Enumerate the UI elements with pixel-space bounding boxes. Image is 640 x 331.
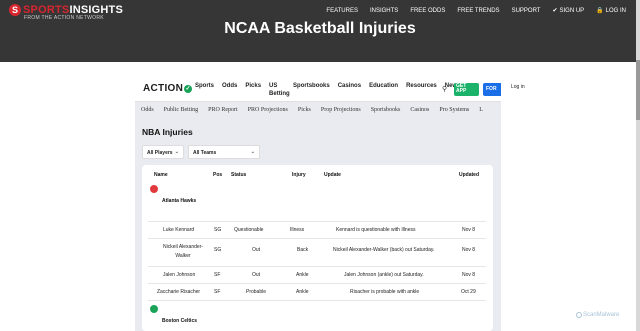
player-pos: SF: [214, 272, 221, 278]
login-link[interactable]: 🔒 LOG IN: [596, 7, 626, 14]
site-header: S SPORTSINSIGHTS FROM THE ACTION NETWORK…: [0, 0, 640, 62]
action-nav-casinos[interactable]: Casinos: [338, 82, 361, 98]
player-injury: Ankle: [296, 272, 309, 278]
table-row[interactable]: Jalen Johnson SF Out Ankle Jalen Johnson…: [148, 266, 486, 283]
player-name[interactable]: Luke Kennard: [163, 227, 194, 233]
nav-free-trends[interactable]: FREE TRENDS: [457, 8, 499, 14]
nav-support[interactable]: SUPPORT: [512, 8, 541, 14]
chevron-down-icon: ⌄: [174, 149, 179, 155]
action-nav-resources[interactable]: Resources: [406, 82, 437, 98]
action-nav: Sports Odds Picks US Betting Sportsbooks…: [195, 82, 460, 98]
check-icon: ✔: [552, 8, 558, 14]
player-updated: Nov 8: [462, 272, 476, 278]
player-injury: Illness: [290, 227, 305, 233]
subnav-prop-projections[interactable]: Prop Projections: [321, 107, 361, 113]
nav-features[interactable]: FEATURES: [326, 8, 358, 14]
action-nav-picks[interactable]: Picks: [245, 82, 261, 98]
nav-free-odds[interactable]: FREE ODDS: [410, 8, 445, 14]
signup-label: SIGN UP: [559, 8, 585, 14]
hawks-logo-icon: [150, 185, 158, 193]
table-row[interactable]: Nickeil Alexander-Walker SG Out Back Nic…: [148, 238, 486, 266]
subnav-picks[interactable]: Picks: [298, 107, 311, 113]
check-circle-icon: ✓: [184, 85, 193, 93]
watermark: ScanMalware: [583, 312, 620, 318]
subnav-sportsbooks[interactable]: Sportsbooks: [371, 107, 401, 113]
player-updated: Oct 29: [461, 289, 476, 295]
sportsinsights-logo[interactable]: S SPORTSINSIGHTS FROM THE ACTION NETWORK: [9, 4, 123, 21]
injuries-table: Name Pos Status Injury Update Updated At…: [142, 165, 493, 331]
teams-filter-value: All Teams: [193, 150, 217, 156]
subnav-public-betting[interactable]: Public Betting: [164, 107, 199, 113]
player-updated: Nov 8: [462, 227, 476, 233]
logo-mark-icon: S: [9, 4, 21, 16]
player-pos: SF: [214, 289, 221, 295]
col-header-name[interactable]: Name: [154, 172, 168, 178]
subnav-odds[interactable]: Odds: [141, 107, 154, 113]
nav-insights[interactable]: INSIGHTS: [370, 8, 398, 14]
player-status: Out: [252, 247, 261, 253]
col-header-update[interactable]: Update: [324, 172, 341, 178]
action-logo[interactable]: ACTION ✓: [143, 83, 193, 94]
player-update: Risacher is probable with ankle: [350, 289, 420, 295]
col-header-status[interactable]: Status: [231, 172, 246, 178]
player-update: Nickeil Alexander-Walker (back) out Satu…: [333, 247, 435, 253]
section-title: NBA Injuries: [142, 127, 193, 137]
player-injury: Ankle: [296, 289, 309, 295]
signup-link[interactable]: ✔ SIGN UP: [552, 7, 584, 14]
player-injury: Back: [297, 247, 309, 253]
action-nav-sports[interactable]: Sports: [195, 82, 214, 98]
team-group-row: Boston Celtics: [148, 300, 486, 331]
subnav-pro-report[interactable]: PRO Report: [208, 107, 238, 113]
subnav-pro-systems[interactable]: Pro Systems: [439, 107, 469, 113]
table-row[interactable]: Luke Kennard SG Questionable Illness Ken…: [148, 221, 486, 238]
subnav-casinos[interactable]: Casinos: [410, 107, 429, 113]
player-pos: SG: [214, 247, 222, 253]
player-name[interactable]: Zaccharie Risacher: [157, 289, 200, 295]
col-header-updated[interactable]: Updated: [459, 172, 479, 178]
action-logo-text: ACTION: [143, 83, 184, 94]
table-row[interactable]: Zaccharie Risacher SF Probable Ankle Ris…: [148, 283, 486, 300]
scrollbar-thumb[interactable]: [636, 60, 640, 120]
page-scrollbar[interactable]: [636, 0, 640, 331]
team-name[interactable]: Atlanta Hawks: [162, 198, 196, 204]
player-name[interactable]: Jalen Johnson: [163, 272, 195, 278]
chevron-down-icon: ⌄: [250, 149, 255, 155]
scanmalware-logo-icon: [576, 312, 582, 318]
col-header-pos[interactable]: Pos: [213, 172, 222, 178]
player-status: Probable: [246, 289, 267, 295]
top-nav: FEATURES INSIGHTS FREE ODDS FREE TRENDS …: [326, 7, 626, 15]
subnav-more[interactable]: L: [479, 107, 483, 113]
action-nav-us-betting[interactable]: US Betting: [269, 82, 290, 98]
action-login-link[interactable]: Log in: [511, 84, 525, 90]
player-name[interactable]: Nickeil Alexander-Walker: [158, 243, 208, 261]
player-update: Kennard is questionable with Illness: [336, 227, 416, 233]
action-nav-education[interactable]: Education: [369, 82, 398, 98]
player-pos: SG: [214, 227, 222, 233]
team-group-row: Atlanta Hawks: [148, 181, 486, 221]
subnav-pro-projections[interactable]: PRO Projections: [248, 107, 288, 113]
action-nav-sportsbooks[interactable]: Sportsbooks: [293, 82, 330, 98]
injuries-panel: ACTION ✓ Sports Odds Picks US Betting Spo…: [135, 75, 501, 331]
get-app-button[interactable]: GET APP: [454, 83, 479, 96]
search-icon[interactable]: ⚲: [442, 85, 447, 93]
odds-subnav: Odds Public Betting PRO Report PRO Proje…: [135, 101, 501, 117]
player-update: Jalen Johnson (ankle) out Saturday.: [344, 272, 424, 278]
action-nav-odds[interactable]: Odds: [222, 82, 237, 98]
action-navbar: ACTION ✓ Sports Odds Picks US Betting Spo…: [135, 75, 501, 101]
player-status: Questionable: [234, 227, 264, 233]
lock-icon: 🔒: [596, 8, 604, 14]
teams-filter-select[interactable]: All Teams ⌄: [188, 145, 260, 159]
player-status: Out: [252, 272, 261, 278]
players-filter-value: All Players: [147, 150, 173, 156]
players-filter-select[interactable]: All Players ⌄: [142, 145, 184, 159]
player-updated: Nov 8: [462, 247, 476, 253]
page-title: NCAA Basketball Injuries: [224, 20, 416, 37]
col-header-injury[interactable]: Injury: [292, 172, 306, 178]
for-button[interactable]: FOR: [483, 83, 501, 96]
celtics-logo-icon: [150, 305, 158, 313]
team-name[interactable]: Boston Celtics: [162, 318, 197, 324]
login-label: LOG IN: [605, 8, 626, 14]
